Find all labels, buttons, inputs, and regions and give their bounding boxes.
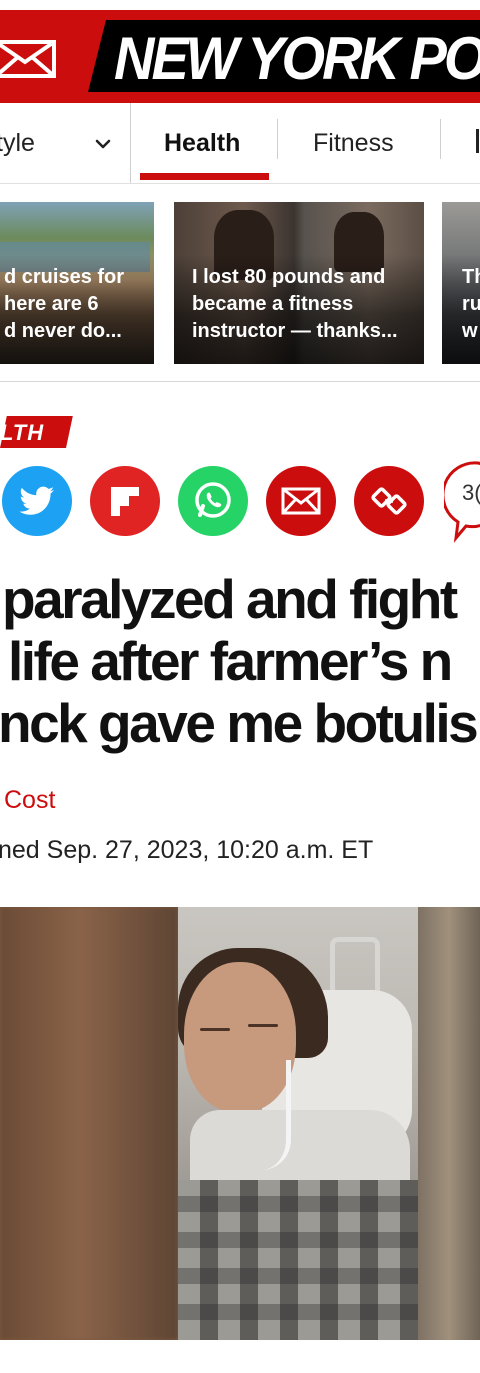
copy-link-button[interactable] [354,466,424,536]
share-bar: 3( [0,461,480,543]
page-bottom [0,1340,480,1373]
image-blur-left [0,907,178,1340]
image-tube [236,1060,291,1170]
link-icon [371,487,407,515]
twitter-share-button[interactable] [2,466,72,536]
nav-item-health[interactable]: Health [164,103,240,183]
nav-item-style[interactable]: tyle [0,103,35,183]
headline-line: paralyzed and fight [2,568,458,630]
chevron-down-icon[interactable] [92,133,114,155]
comment-count[interactable]: 3( [462,480,480,506]
nav-divider [440,119,441,159]
headline-line: life after farmer’s n [8,630,453,692]
mail-icon[interactable] [0,40,58,78]
site-logo[interactable]: NEW YORK POST [114,25,480,91]
related-story-card[interactable]: I lost 80 pounds and became a fitness in… [174,202,424,364]
publish-date: ned Sep. 27, 2023, 10:20 a.m. ET [0,836,374,864]
headline-line: nck gave me botulis [0,692,479,754]
card-title: d cruises for here are 6 d never do... [4,266,125,342]
email-share-button[interactable] [266,466,336,536]
image-blanket [178,1180,418,1340]
nav-divider [130,103,131,183]
top-spacer [0,0,480,10]
section-kicker[interactable]: LTH [0,416,44,448]
related-stories-carousel: d cruises for here are 6 d never do... I… [0,200,480,382]
image-eye [248,1024,278,1027]
section-nav: tyle Health Fitness [0,103,480,184]
card-title: I lost 80 pounds and became a fitness in… [192,266,398,342]
whatsapp-icon [195,482,231,518]
whatsapp-share-button[interactable] [178,466,248,536]
image-blur-right [418,907,480,1340]
author-byline[interactable]: Cost [4,786,55,815]
site-header: NEW YORK POST [0,10,480,103]
twitter-icon [19,486,55,515]
card-title: Th ru w [462,266,480,342]
flipboard-icon [111,487,139,516]
email-icon [281,487,321,515]
image-eye [200,1028,230,1031]
nav-item-fitness[interactable]: Fitness [313,103,394,183]
related-story-card[interactable]: Th ru w [442,202,480,364]
nav-item-partial[interactable] [476,129,479,153]
flipboard-share-button[interactable] [90,466,160,536]
active-tab-indicator [140,173,269,180]
related-story-card[interactable]: d cruises for here are 6 d never do... [0,202,154,364]
nav-divider [277,119,278,159]
